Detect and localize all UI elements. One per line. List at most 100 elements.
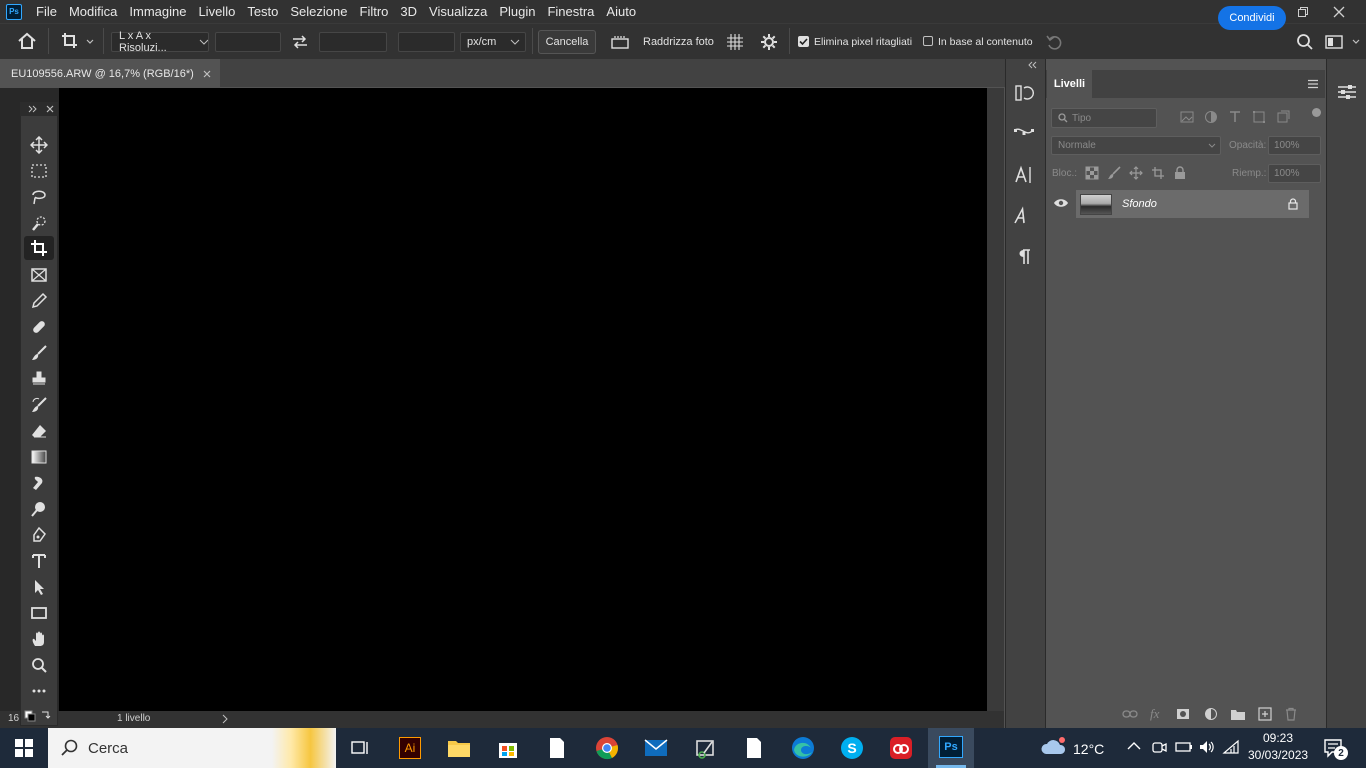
link-layers-button[interactable] xyxy=(1122,708,1138,720)
taskbar-skype[interactable]: S xyxy=(832,732,872,764)
meet-now-icon[interactable] xyxy=(1151,739,1167,755)
layer-row-sfondo[interactable]: Sfondo xyxy=(1076,190,1309,218)
filter-shape-button[interactable] xyxy=(1252,110,1266,124)
lock-all-button[interactable] xyxy=(1173,166,1187,180)
ratio-select[interactable]: L x A x Risoluzi... xyxy=(111,30,209,54)
menu-3d[interactable]: 3D xyxy=(394,0,423,23)
history-brush-tool[interactable] xyxy=(24,393,54,417)
color-swatches[interactable] xyxy=(24,708,54,724)
vertical-scrollbar[interactable] xyxy=(987,88,1004,711)
fx-icon[interactable]: fx xyxy=(1150,706,1159,722)
lock-artboard-button[interactable] xyxy=(1151,166,1165,180)
taskbar-creative-cloud[interactable] xyxy=(881,732,921,764)
path-selection-tool[interactable] xyxy=(24,575,54,599)
clone-stamp-tool[interactable] xyxy=(24,367,54,391)
menu-plugin[interactable]: Plugin xyxy=(493,0,541,23)
properties-panel-button[interactable] xyxy=(1336,82,1358,102)
reset-button[interactable] xyxy=(1045,33,1063,51)
taskbar-document-2[interactable] xyxy=(734,732,774,764)
frame-tool[interactable] xyxy=(24,263,54,287)
menu-aiuto[interactable]: Aiuto xyxy=(600,0,642,23)
menu-immagine[interactable]: Immagine xyxy=(123,0,192,23)
zoom-level[interactable]: 16 xyxy=(8,713,19,724)
taskbar-photoshop-active[interactable]: Ps xyxy=(928,728,974,768)
zoom-tool[interactable] xyxy=(24,653,54,677)
taskbar-document[interactable] xyxy=(537,732,577,764)
overlay-options-button[interactable] xyxy=(725,32,745,52)
swap-dimensions-button[interactable] xyxy=(290,33,310,51)
eyedropper-tool[interactable] xyxy=(24,289,54,313)
filter-toggle-button[interactable] xyxy=(1312,108,1321,117)
notification-center-button[interactable]: 2 xyxy=(1323,737,1348,760)
new-layer-button[interactable] xyxy=(1258,707,1272,721)
layers-panel-menu-button[interactable] xyxy=(1307,79,1319,89)
clock[interactable]: 09:23 30/03/2023 xyxy=(1248,731,1308,762)
tools-panel-header[interactable] xyxy=(20,102,58,116)
delete-cropped-checkbox[interactable] xyxy=(798,36,809,47)
marquee-tool[interactable] xyxy=(24,159,54,183)
filter-adjustment-button[interactable] xyxy=(1204,110,1218,124)
taskbar-chrome[interactable] xyxy=(587,732,627,764)
battery-icon[interactable] xyxy=(1175,739,1193,755)
lock-position-button[interactable] xyxy=(1129,166,1143,180)
crop-tool[interactable] xyxy=(24,236,54,260)
layer-filter-select[interactable]: Tipo xyxy=(1051,108,1157,128)
menu-filtro[interactable]: Filtro xyxy=(354,0,395,23)
brush-tool[interactable] xyxy=(24,341,54,365)
lock-transparent-button[interactable] xyxy=(1085,166,1099,180)
unit-select[interactable]: px/cm xyxy=(460,32,526,52)
glyphs-panel-button[interactable] xyxy=(1009,201,1039,231)
close-window-button[interactable] xyxy=(1322,0,1356,23)
filter-type-button[interactable] xyxy=(1228,110,1242,124)
cancel-button[interactable]: Cancella xyxy=(538,30,596,54)
taskbar-edge[interactable] xyxy=(783,732,823,764)
restore-button[interactable] xyxy=(1286,0,1320,23)
workspace-button[interactable] xyxy=(1325,34,1363,50)
lock-image-button[interactable] xyxy=(1107,166,1121,180)
blur-tool[interactable] xyxy=(24,471,54,495)
add-mask-button[interactable] xyxy=(1176,707,1190,721)
layer-visibility-toggle[interactable] xyxy=(1053,197,1069,209)
menu-finestra[interactable]: Finestra xyxy=(541,0,600,23)
task-view-button[interactable] xyxy=(340,732,380,764)
quick-selection-tool[interactable] xyxy=(24,211,54,235)
pen-tool[interactable] xyxy=(24,523,54,547)
lasso-tool[interactable] xyxy=(24,185,54,209)
taskbar-search-box[interactable]: Cerca xyxy=(48,728,336,768)
width-input[interactable] xyxy=(215,32,281,52)
menu-testo[interactable]: Testo xyxy=(241,0,284,23)
taskbar-illustrator[interactable]: Ai xyxy=(390,732,430,764)
straighten-button[interactable] xyxy=(610,33,630,51)
new-adjustment-button[interactable] xyxy=(1204,707,1218,721)
network-icon[interactable] xyxy=(1222,739,1240,755)
taskbar-store[interactable] xyxy=(488,732,528,764)
healing-brush-tool[interactable] xyxy=(24,315,54,339)
gradient-tool[interactable] xyxy=(24,445,54,469)
search-button[interactable] xyxy=(1296,33,1314,51)
image-canvas[interactable] xyxy=(59,88,987,711)
resolution-input[interactable] xyxy=(398,32,455,52)
new-group-button[interactable] xyxy=(1230,707,1246,721)
tab-livelli[interactable]: Livelli xyxy=(1047,70,1092,98)
menu-livello[interactable]: Livello xyxy=(192,0,241,23)
type-tool[interactable] xyxy=(24,549,54,573)
hand-tool[interactable] xyxy=(24,627,54,651)
start-button[interactable] xyxy=(14,738,34,758)
crop-tool-preset-button[interactable] xyxy=(60,31,96,51)
filter-pixel-button[interactable] xyxy=(1180,110,1194,124)
taskbar-snipping-tool[interactable] xyxy=(685,732,725,764)
menu-file[interactable]: File xyxy=(30,0,63,23)
paths-panel-button[interactable] xyxy=(1009,119,1039,149)
move-tool[interactable] xyxy=(24,133,54,157)
height-input[interactable] xyxy=(319,32,387,52)
character-panel-button[interactable] xyxy=(1009,160,1039,190)
delete-layer-button[interactable] xyxy=(1284,707,1298,721)
edit-toolbar-button[interactable] xyxy=(24,679,54,703)
menu-visualizza[interactable]: Visualizza xyxy=(423,0,493,23)
blend-mode-select[interactable]: Normale xyxy=(1051,136,1221,155)
menu-selezione[interactable]: Selezione xyxy=(284,0,353,23)
filter-smart-object-button[interactable] xyxy=(1276,110,1290,124)
document-tab[interactable]: EU109556.ARW @ 16,7% (RGB/16*) xyxy=(0,59,220,88)
taskbar-mail[interactable] xyxy=(636,732,676,764)
content-aware-checkbox[interactable] xyxy=(923,36,933,46)
